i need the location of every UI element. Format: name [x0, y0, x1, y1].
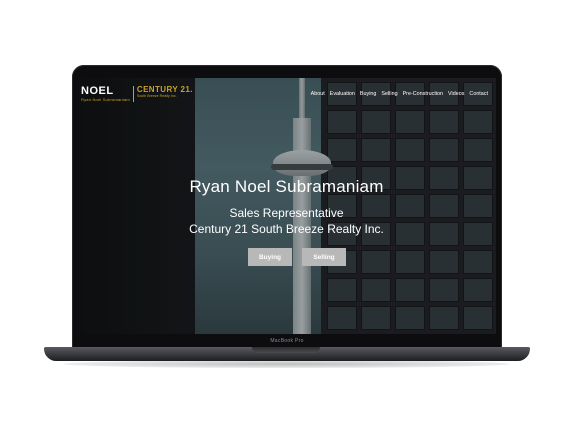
logo-name: NOEL — [81, 85, 114, 97]
selling-button[interactable]: Selling — [302, 248, 346, 266]
hero-title: Ryan Noel Subramaniam — [189, 177, 384, 196]
nav-item-selling[interactable]: Selling — [381, 91, 397, 97]
nav-item-evaluation[interactable]: Evaluation — [330, 91, 355, 97]
nav-item-videos[interactable]: Videos — [448, 91, 464, 97]
main-nav: About Evaluation Buying Selling Pre-Cons… — [311, 91, 488, 97]
nav-item-buying[interactable]: Buying — [360, 91, 376, 97]
logo-brokerage-block: CENTURY 21. South Breeze Realty Inc. — [137, 86, 193, 99]
nav-item-contact[interactable]: Contact — [469, 91, 488, 97]
logo-brokerage-sub: South Breeze Realty Inc. — [136, 94, 177, 98]
laptop-notch — [252, 347, 320, 353]
logo-divider — [132, 86, 134, 102]
buying-button[interactable]: Buying — [248, 248, 292, 266]
hero-subtitle-brokerage: Century 21 South Breeze Realty Inc. — [189, 222, 384, 236]
logo-brokerage: CENTURY 21. — [136, 85, 193, 94]
laptop-screen: NOEL Ryan Noel Subramaniam CENTURY 21. S… — [77, 78, 496, 334]
nav-item-about[interactable]: About — [311, 91, 325, 97]
laptop-model-label: MacBook Pro — [270, 338, 304, 344]
logo-name-sub: Ryan Noel Subramaniam — [81, 97, 130, 102]
site-logo[interactable]: NOEL Ryan Noel Subramaniam CENTURY 21. S… — [81, 86, 193, 102]
nav-item-pre-construction[interactable]: Pre-Construction — [403, 91, 443, 97]
laptop-shadow — [64, 360, 510, 368]
stage: NOEL Ryan Noel Subramaniam CENTURY 21. S… — [0, 0, 574, 431]
logo-name-block: NOEL Ryan Noel Subramaniam — [81, 86, 130, 102]
hero-subtitle-role: Sales Representative — [229, 206, 344, 220]
